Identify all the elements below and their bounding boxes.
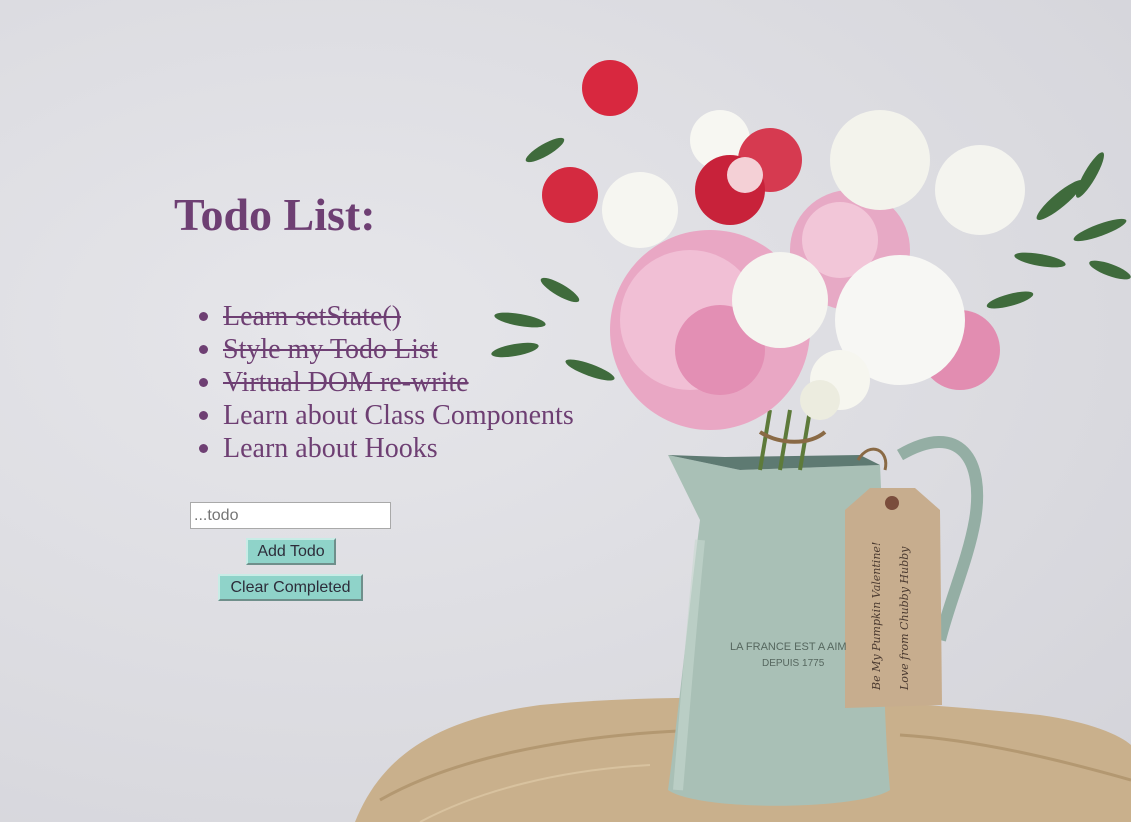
todo-item-label: Learn setState() <box>223 301 402 332</box>
add-todo-button[interactable]: Add Todo <box>246 538 336 565</box>
todo-input[interactable] <box>190 502 391 529</box>
bullet-icon <box>199 444 208 453</box>
clear-completed-button[interactable]: Clear Completed <box>218 574 363 601</box>
todo-item[interactable]: Style my Todo List <box>199 333 574 366</box>
todo-item-label: Learn about Hooks <box>223 433 438 464</box>
page-title: Todo List: <box>174 189 376 240</box>
todo-item[interactable]: Virtual DOM re-write <box>199 366 574 399</box>
bullet-icon <box>199 411 208 420</box>
todo-item[interactable]: Learn setState() <box>199 300 574 333</box>
todo-app: Todo List: Learn setState() Style my Tod… <box>0 0 1131 822</box>
todo-item[interactable]: Learn about Hooks <box>199 432 574 465</box>
bullet-icon <box>199 378 208 387</box>
todo-item-label: Virtual DOM re-write <box>223 367 469 398</box>
todo-list: Learn setState() Style my Todo List Virt… <box>199 300 574 465</box>
todo-item-label: Style my Todo List <box>223 334 438 365</box>
bullet-icon <box>199 345 208 354</box>
todo-item[interactable]: Learn about Class Components <box>199 399 574 432</box>
todo-item-label: Learn about Class Components <box>223 400 574 431</box>
bullet-icon <box>199 312 208 321</box>
